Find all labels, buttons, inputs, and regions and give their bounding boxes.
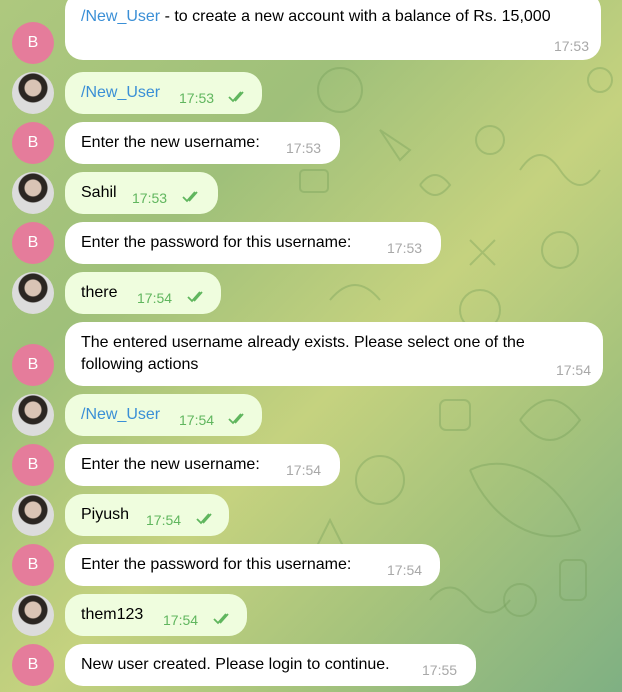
message-time: 17:53 [132, 190, 168, 206]
double-check-icon [182, 191, 202, 203]
command-link[interactable]: /New_User [81, 84, 160, 101]
message-text: The entered username already exists. Ple… [81, 334, 525, 373]
user-avatar[interactable] [12, 394, 54, 436]
message-bubble: The entered username already exists. Ple… [65, 322, 603, 386]
message-text: Enter the new username: [81, 134, 260, 151]
message-bubble: New user created. Please login to contin… [65, 644, 476, 686]
message-time: 17:54 [387, 562, 423, 578]
message-time: 17:54 [163, 612, 199, 628]
double-check-icon [196, 513, 216, 525]
message-bubble: Enter the password for this username: 17… [65, 544, 440, 586]
double-check-icon [228, 91, 248, 103]
double-check-icon [228, 413, 248, 425]
message-bubble: them123 17:54 [65, 594, 247, 636]
message-time: 17:53 [553, 38, 589, 54]
user-avatar[interactable] [12, 172, 54, 214]
message-bubble: /New_User 17:53 [65, 72, 262, 114]
bot-avatar[interactable]: B [12, 344, 54, 386]
message-time: 17:54 [555, 362, 591, 378]
message-bubble: Enter the password for this username: 17… [65, 222, 441, 264]
message-text: Sahil [81, 184, 117, 201]
command-link[interactable]: /New_User [81, 8, 160, 25]
message-time: 17:55 [422, 662, 458, 678]
message-bubble: /New_User - to create a new account with… [65, 0, 601, 60]
bot-avatar[interactable]: B [12, 544, 54, 586]
double-check-icon [187, 291, 207, 303]
bot-avatar[interactable]: B [12, 644, 54, 686]
message-time: 17:53 [387, 240, 423, 256]
message-text: - to create a new account with a balance… [160, 8, 551, 25]
bot-avatar[interactable]: B [12, 122, 54, 164]
message-time: 17:54 [179, 412, 215, 428]
message-text: Enter the password for this username: [81, 556, 352, 573]
bot-avatar[interactable]: B [12, 444, 54, 486]
message-text: Piyush [81, 506, 130, 523]
user-avatar[interactable] [12, 494, 54, 536]
bot-avatar[interactable]: B [12, 222, 54, 264]
message-bubble: there 17:54 [65, 272, 221, 314]
message-bubble: Enter the new username: 17:53 [65, 122, 340, 164]
message-text: them123 [81, 606, 144, 623]
message-bubble: Piyush 17:54 [65, 494, 229, 536]
message-time: 17:53 [286, 140, 322, 156]
message-bubble: /New_User 17:54 [65, 394, 262, 436]
double-check-icon [213, 613, 233, 625]
message-text: Enter the password for this username: [81, 234, 352, 251]
command-link[interactable]: /New_User [81, 406, 160, 423]
user-avatar[interactable] [12, 594, 54, 636]
user-avatar[interactable] [12, 72, 54, 114]
message-text: New user created. Please login to contin… [81, 656, 390, 673]
message-time: 17:54 [146, 512, 182, 528]
user-avatar[interactable] [12, 272, 54, 314]
message-time: 17:54 [137, 290, 173, 306]
message-bubble: Sahil 17:53 [65, 172, 218, 214]
message-bubble: Enter the new username: 17:54 [65, 444, 340, 486]
message-text: Enter the new username: [81, 456, 260, 473]
message-time: 17:54 [286, 462, 322, 478]
message-text: there [81, 284, 118, 301]
bot-avatar[interactable]: B [12, 22, 54, 64]
message-time: 17:53 [179, 90, 215, 106]
